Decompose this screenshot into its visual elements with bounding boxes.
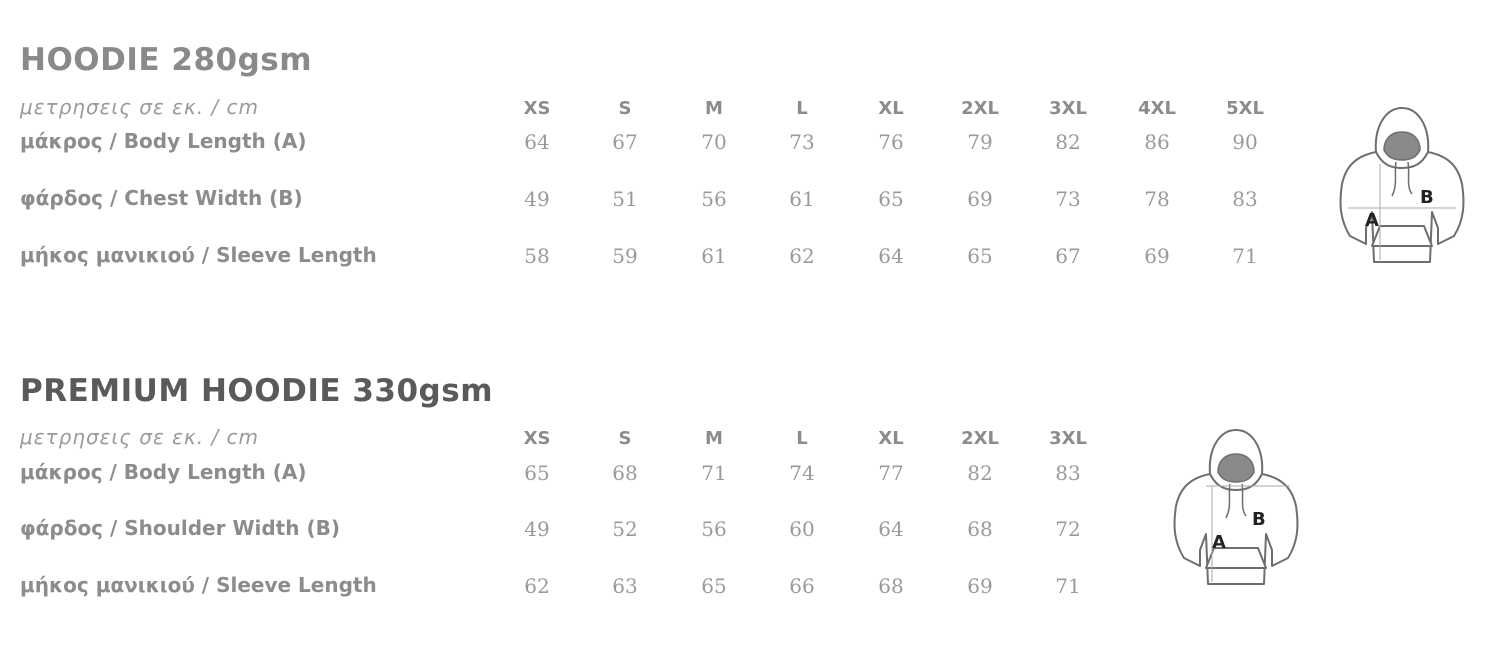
table-cell: 83	[1055, 461, 1081, 485]
table-cell: 56	[701, 517, 727, 541]
table-cell: 61	[701, 244, 727, 268]
table-cell: 69	[967, 574, 993, 598]
table-cell: 52	[612, 517, 638, 541]
size-header: S	[618, 428, 632, 449]
size-header: 4XL	[1138, 98, 1176, 119]
measure-label-b: B	[1420, 187, 1434, 208]
table-cell: 62	[789, 244, 815, 268]
table-cell: 68	[967, 517, 993, 541]
table-cell: 66	[789, 574, 815, 598]
table-cell: 60	[789, 517, 815, 541]
table-cell: 79	[967, 130, 993, 154]
size-header: 3XL	[1049, 98, 1087, 119]
size-header: 3XL	[1049, 428, 1087, 449]
table-cell: 78	[1144, 187, 1170, 211]
measure-label-a: A	[1212, 532, 1226, 553]
hoodie-icon: A B	[1339, 107, 1465, 263]
measure-label-a: A	[1365, 210, 1379, 231]
size-header: XS	[523, 428, 551, 449]
table-cell: 90	[1232, 130, 1258, 154]
table-cell: 74	[789, 461, 815, 485]
row-label-sleeve-length: μήκος μανικιού / Sleeve Length	[20, 243, 377, 267]
size-header: 5XL	[1226, 98, 1264, 119]
table-cell: 71	[701, 461, 727, 485]
table-cell: 68	[612, 461, 638, 485]
size-header: M	[705, 98, 723, 119]
hood-interior	[1383, 131, 1421, 161]
table-cell: 51	[612, 187, 638, 211]
table-cell: 69	[967, 187, 993, 211]
size-header: XS	[523, 98, 551, 119]
measure-label-b: B	[1252, 509, 1266, 530]
table-cell: 62	[524, 574, 550, 598]
table-cell: 83	[1232, 187, 1258, 211]
table-cell: 65	[524, 461, 550, 485]
size-header: 2XL	[961, 428, 999, 449]
table-cell: 63	[612, 574, 638, 598]
units-label: μετρησεις σε εκ. / cm	[20, 95, 260, 119]
table-cell: 49	[524, 187, 550, 211]
table-cell: 65	[878, 187, 904, 211]
table-cell: 82	[967, 461, 993, 485]
table-title: HOODIE 280gsm	[20, 42, 313, 78]
row-label-shoulder-width: φάρδος / Shoulder Width (B)	[20, 516, 340, 540]
table-cell: 56	[701, 187, 727, 211]
hoodie-icon: A B	[1173, 429, 1299, 585]
size-header: XL	[878, 98, 904, 119]
table-cell: 77	[878, 461, 904, 485]
size-header: S	[618, 98, 632, 119]
table-cell: 64	[878, 517, 904, 541]
units-label: μετρησεις σε εκ. / cm	[20, 425, 260, 449]
table-cell: 68	[878, 574, 904, 598]
table-cell: 73	[1055, 187, 1081, 211]
size-header: L	[796, 428, 808, 449]
table-cell: 73	[789, 130, 815, 154]
row-label-chest-width: φάρδος / Chest Width (B)	[20, 186, 303, 210]
table-cell: 71	[1055, 574, 1081, 598]
table-cell: 71	[1232, 244, 1258, 268]
size-header: 2XL	[961, 98, 999, 119]
table-title: PREMIUM HOODIE 330gsm	[20, 373, 494, 409]
table-cell: 70	[701, 130, 727, 154]
table-cell: 67	[1055, 244, 1081, 268]
table-cell: 61	[789, 187, 815, 211]
table-cell: 64	[524, 130, 550, 154]
row-label-sleeve-length: μήκος μανικιού / Sleeve Length	[20, 573, 377, 597]
table-cell: 64	[878, 244, 904, 268]
table-cell: 59	[612, 244, 638, 268]
table-cell: 65	[967, 244, 993, 268]
size-header: XL	[878, 428, 904, 449]
table-cell: 82	[1055, 130, 1081, 154]
table-cell: 58	[524, 244, 550, 268]
table-cell: 67	[612, 130, 638, 154]
table-cell: 49	[524, 517, 550, 541]
size-header: L	[796, 98, 808, 119]
table-cell: 86	[1144, 130, 1170, 154]
table-cell: 65	[701, 574, 727, 598]
table-cell: 69	[1144, 244, 1170, 268]
size-header: M	[705, 428, 723, 449]
table-cell: 72	[1055, 517, 1081, 541]
row-label-body-length: μάκρος / Body Length (A)	[20, 460, 307, 484]
hood-interior	[1217, 453, 1255, 483]
row-label-body-length: μάκρος / Body Length (A)	[20, 129, 307, 153]
table-cell: 76	[878, 130, 904, 154]
